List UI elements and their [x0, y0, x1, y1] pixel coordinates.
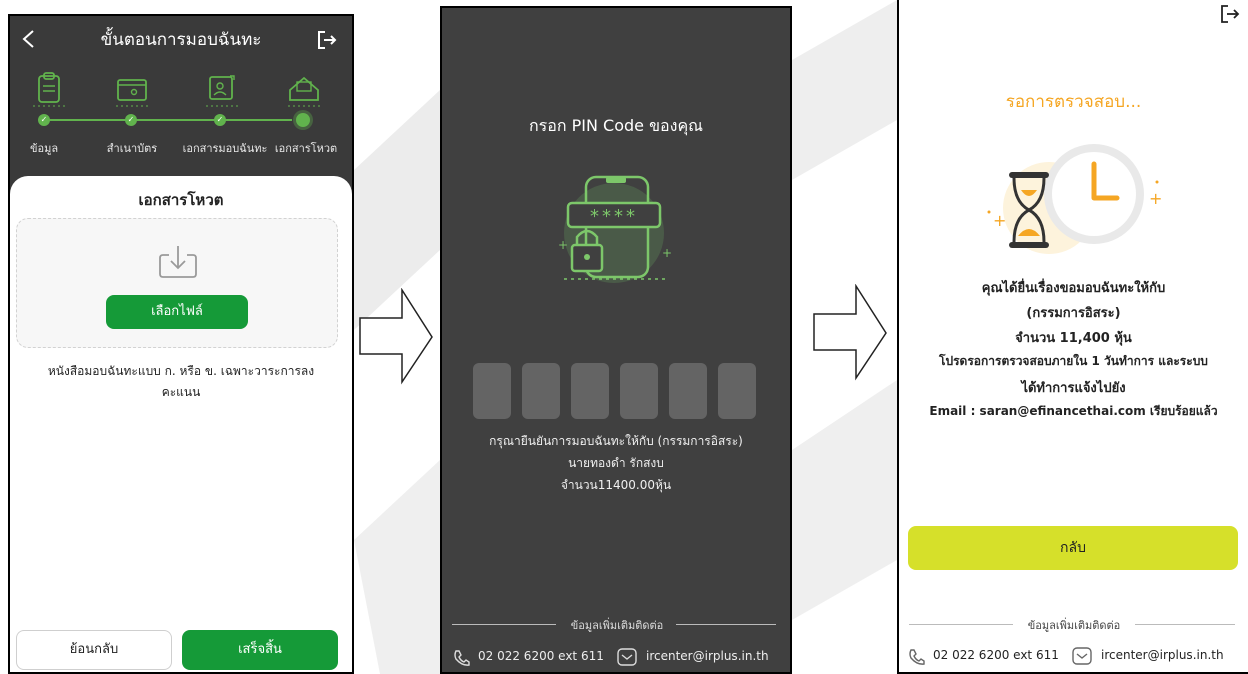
contact-divider — [452, 624, 556, 625]
choose-file-button[interactable]: เลือกไฟล์ — [106, 295, 248, 329]
voting-document-screen: ขั้นตอนการมอบฉันทะ ✓ ✓ ✓ ข้อมูล สำเนาบัต… — [8, 14, 354, 674]
contact-email[interactable]: ircenter@irplus.in.th — [1101, 648, 1224, 662]
step-label: สำเนาบัตร — [106, 142, 158, 155]
svg-text:+: + — [1149, 189, 1162, 208]
pin-digit-box[interactable] — [571, 363, 609, 419]
pin-title: กรอก PIN Code ของคุณ — [528, 116, 704, 135]
upload-dropzone[interactable]: เลือกไฟล์ — [16, 218, 338, 348]
document-description: หนังสือมอบฉันทะแบบ ก. หรือ ข. เฉพาะวาระก… — [47, 364, 315, 378]
result-line: คุณได้ยื่นเรื่องขอมอบฉันทะให้กับ — [981, 281, 1166, 296]
right-arrow-icon — [813, 284, 887, 381]
phone-lock-illustration: **** + + — [558, 175, 672, 283]
step-current-dot — [296, 113, 310, 127]
phone-icon[interactable] — [452, 649, 470, 667]
pin-digit-box[interactable] — [620, 363, 658, 419]
back-button[interactable]: ย้อนกลับ — [16, 630, 172, 670]
pin-digit-box[interactable] — [669, 363, 707, 419]
step-label: เอกสารมอบฉันทะ — [182, 142, 268, 155]
document-sheet: เอกสารโหวต เลือกไฟล์ หนังสือมอบฉันทะแบบ … — [10, 176, 352, 672]
confirm-text: กรุณายืนยันการมอบฉันทะให้กับ (กรรมการอิส… — [489, 434, 743, 448]
download-icon — [159, 246, 197, 278]
ballot-box-icon — [288, 76, 320, 107]
finish-button[interactable]: เสร็จสิ้น — [182, 630, 338, 670]
clipboard-icon — [33, 72, 65, 107]
step-done-dot: ✓ — [125, 114, 137, 126]
confirm-name: นายทองดำ รักสงบ — [568, 456, 664, 470]
proxy-document-icon — [206, 75, 238, 107]
contact-phone[interactable]: 02 022 6200 ext 611 — [478, 649, 604, 663]
mail-icon[interactable] — [616, 647, 638, 667]
mail-icon[interactable] — [1071, 646, 1093, 666]
section-title: เอกสารโหวต — [138, 191, 224, 209]
result-line: โปรดรอการตรวจสอบภายใน 1 วันทำการ และระบบ — [939, 354, 1208, 368]
svg-text:+: + — [558, 238, 568, 252]
contact-email[interactable]: ircenter@irplus.in.th — [646, 649, 769, 663]
pending-review-screen: รอการตรวจสอบ... + + คุณได้ยื่นเรื่องขอมอ… — [897, 0, 1248, 674]
hourglass-clock-illustration: + + — [987, 144, 1162, 254]
contact-phone[interactable]: 02 022 6200 ext 611 — [933, 648, 1059, 662]
contact-heading: ข้อมูลเพิ่มเติมติดต่อ — [1027, 619, 1121, 632]
progress-line — [44, 119, 292, 121]
contact-heading: ข้อมูลเพิ่มเติมติดต่อ — [570, 619, 664, 632]
document-description-cont: คะแนน — [161, 385, 201, 399]
pin-digit-box[interactable] — [718, 363, 756, 419]
pin-digit-box[interactable] — [473, 363, 511, 419]
step-label: ข้อมูล — [29, 142, 59, 155]
step-done-dot: ✓ — [38, 114, 50, 126]
step-done-dot: ✓ — [214, 114, 226, 126]
result-line: (กรรมการอิสระ) — [1026, 306, 1121, 321]
page-title: ขั้นตอนการมอบฉันทะ — [100, 30, 262, 50]
status-heading: รอการตรวจสอบ... — [1005, 92, 1142, 112]
result-email: Email : saran@efinancethai.com เรียบร้อย… — [929, 404, 1218, 418]
contact-divider — [676, 624, 776, 625]
id-card-icon — [116, 79, 148, 107]
contact-divider — [909, 624, 1013, 625]
pin-code-screen: กรอก PIN Code ของคุณ **** + + กรุณายืนยั… — [440, 6, 792, 674]
result-line: ได้ทำการแจ้งไปยัง — [1021, 381, 1126, 396]
logout-icon[interactable] — [316, 30, 338, 50]
confirm-shares: จำนวน11400.00หุ้น — [560, 478, 672, 492]
step-label: เอกสารโหวต — [274, 142, 338, 155]
svg-text:****: **** — [590, 206, 638, 227]
pin-digit-box[interactable] — [522, 363, 560, 419]
back-button[interactable]: กลับ — [908, 526, 1238, 570]
contact-divider — [1135, 624, 1235, 625]
right-arrow-icon — [359, 288, 433, 385]
logout-icon[interactable] — [1219, 4, 1241, 24]
svg-text:+: + — [662, 246, 672, 260]
phone-icon[interactable] — [907, 648, 925, 666]
result-shares: จำนวน 11,400 หุ้น — [1015, 331, 1132, 346]
svg-text:+: + — [993, 211, 1006, 230]
